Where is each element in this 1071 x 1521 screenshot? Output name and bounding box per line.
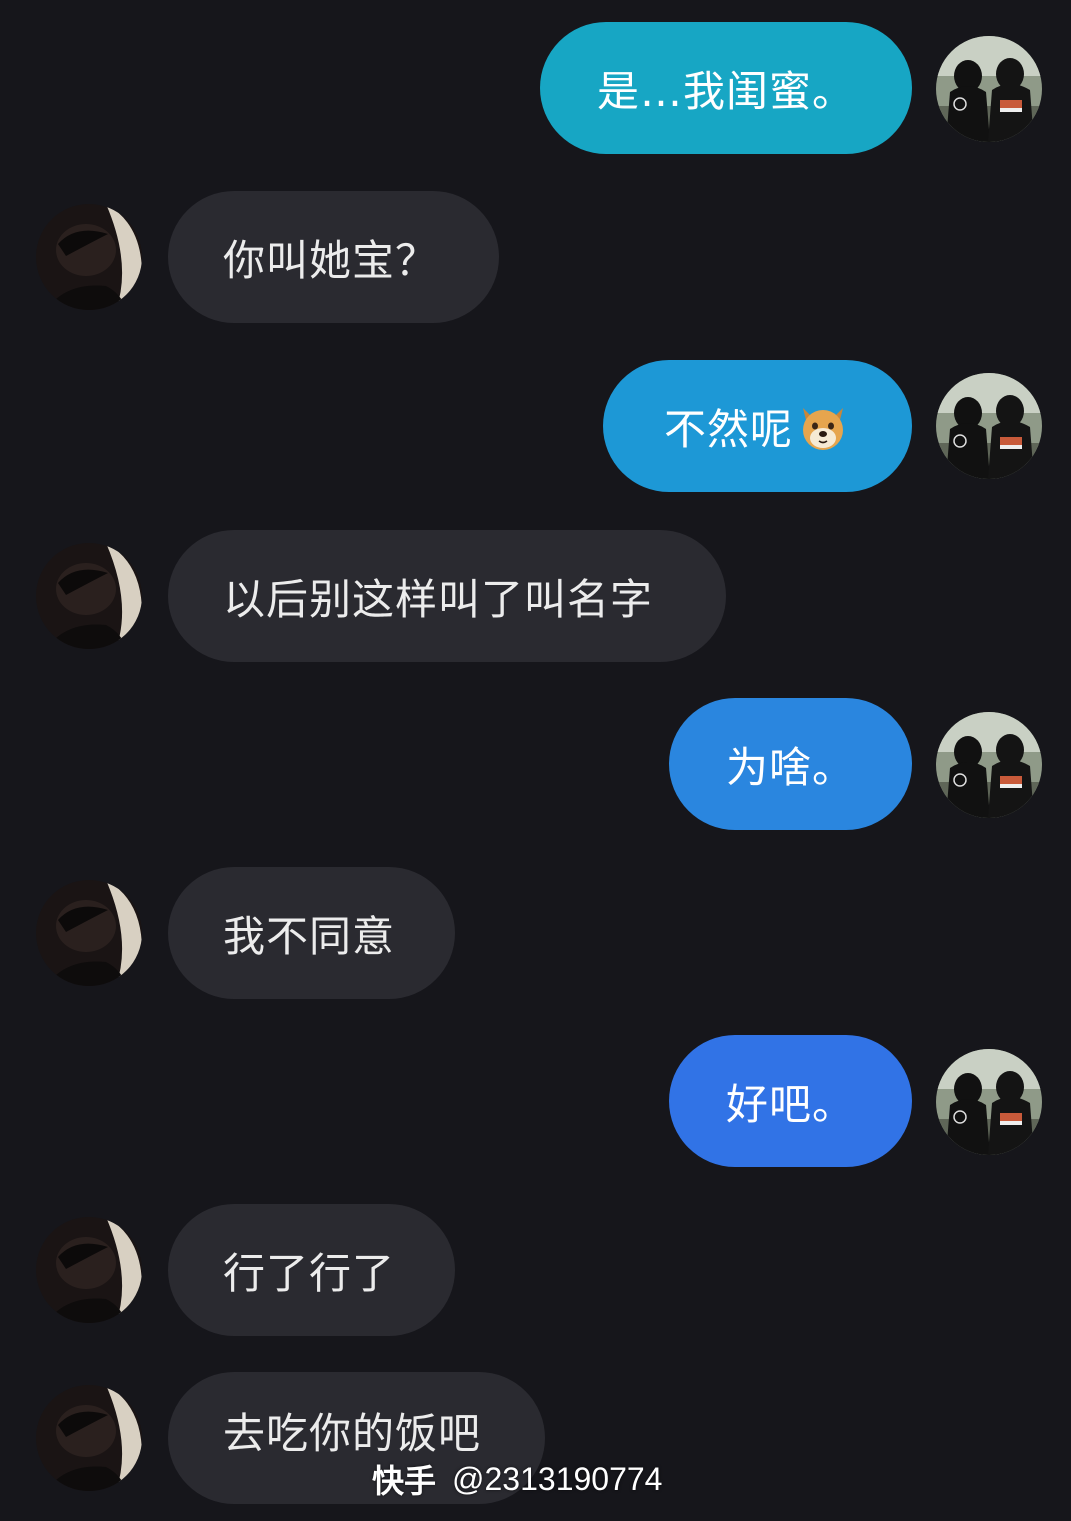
- incoming-message-bubble[interactable]: 你叫她宝？: [168, 191, 499, 323]
- my-avatar[interactable]: [936, 1049, 1042, 1155]
- message-text: 你叫她宝？: [223, 235, 439, 285]
- dark-portrait-avatar-icon: [36, 204, 142, 310]
- dark-portrait-avatar-icon: [36, 1217, 142, 1323]
- contact-avatar[interactable]: [36, 1385, 142, 1491]
- incoming-message-bubble[interactable]: 我不同意: [168, 867, 455, 999]
- doge-emoji-icon: [803, 408, 843, 450]
- message-text: 去吃你的饭吧: [223, 1408, 482, 1458]
- watermark-brand: 快手: [372, 1462, 437, 1500]
- contact-avatar[interactable]: [36, 204, 142, 310]
- dark-portrait-avatar-icon: [36, 543, 142, 649]
- message-text: 我不同意: [223, 911, 396, 961]
- my-avatar[interactable]: [936, 712, 1042, 818]
- message-text: 是…我闺蜜。: [596, 66, 855, 116]
- outgoing-message-bubble[interactable]: 不然呢: [603, 360, 912, 492]
- couple-avatar-icon: [936, 36, 1042, 142]
- contact-avatar[interactable]: [36, 543, 142, 649]
- couple-avatar-icon: [936, 373, 1042, 479]
- incoming-message-bubble[interactable]: 行了行了: [168, 1204, 455, 1336]
- message-text: 好吧。: [725, 1079, 855, 1129]
- message-text: 以后别这样叫了叫名字: [223, 574, 654, 624]
- dark-portrait-avatar-icon: [36, 1385, 142, 1491]
- kuaishou-watermark: 快手 @2313190774: [372, 1456, 662, 1502]
- message-text: 不然呢: [663, 404, 793, 454]
- outgoing-message-bubble[interactable]: 是…我闺蜜。: [540, 22, 912, 154]
- message-text: 为啥。: [725, 742, 855, 792]
- outgoing-message-bubble[interactable]: 好吧。: [669, 1035, 912, 1167]
- message-text: 行了行了: [223, 1248, 396, 1298]
- contact-avatar[interactable]: [36, 880, 142, 986]
- my-avatar[interactable]: [936, 373, 1042, 479]
- watermark-handle: @2313190774: [452, 1460, 663, 1497]
- incoming-message-bubble[interactable]: 以后别这样叫了叫名字: [168, 530, 726, 662]
- couple-avatar-icon: [936, 1049, 1042, 1155]
- outgoing-message-bubble[interactable]: 为啥。: [669, 698, 912, 830]
- dark-portrait-avatar-icon: [36, 880, 142, 986]
- contact-avatar[interactable]: [36, 1217, 142, 1323]
- couple-avatar-icon: [936, 712, 1042, 818]
- my-avatar[interactable]: [936, 36, 1042, 142]
